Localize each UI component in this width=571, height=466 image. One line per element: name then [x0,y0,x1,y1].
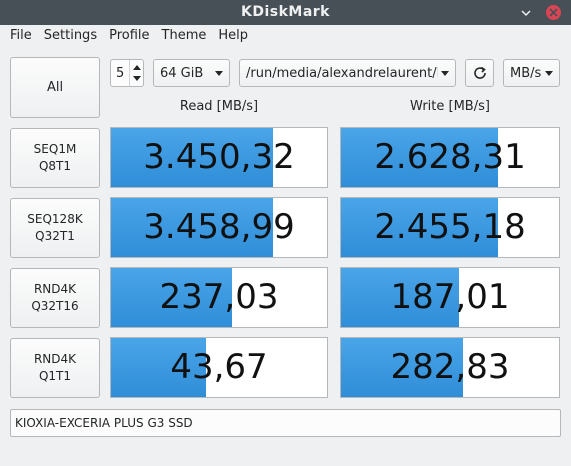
result-value: 3.458,99 [143,207,295,247]
menu-profile[interactable]: Profile [103,25,155,47]
run-all-button[interactable]: All [10,57,100,118]
result-value: 3.450,32 [143,137,295,177]
test-name: SEQ128K [27,212,83,226]
chevron-down-icon [215,71,223,76]
menu-theme[interactable]: Theme [156,25,213,47]
write-result: 2.628,31 [340,127,560,188]
spin-arrows[interactable] [129,60,143,86]
refresh-icon [473,66,486,79]
read-result: 43,67 [110,337,328,398]
read-result: 3.450,32 [110,127,328,188]
test-size-select[interactable]: 64 GiB [153,59,230,87]
result-value: 2.455,18 [374,207,526,247]
window-title: KDiskMark [240,4,330,20]
read-column-header: Read [MB/s] [179,99,259,114]
result-value: 237,03 [159,277,279,317]
menu-bar: File Settings Profile Theme Help [0,25,571,47]
test-name: RND4K [33,352,77,366]
unit-value: MB/s [510,66,542,81]
menu-help[interactable]: Help [212,25,254,47]
menu-file[interactable]: File [4,25,38,47]
read-result: 3.458,99 [110,197,328,258]
test-name: RND4K [33,282,77,296]
result-value: 2.628,31 [374,137,526,177]
runs-spinbox[interactable]: 5 [110,59,144,87]
test-params: Q32T1 [35,229,75,243]
target-path-select[interactable]: /run/media/alexandrelaurent/KIO [239,59,456,87]
read-result: 237,03 [110,267,328,328]
result-value: 187,01 [390,277,510,317]
chevron-down-icon [441,71,449,76]
test-button-rnd4k-q1t1[interactable]: RND4K Q1T1 [10,338,100,398]
write-result: 282,83 [340,337,560,398]
test-size-value: 64 GiB [160,66,204,81]
test-params: Q1T1 [38,369,72,383]
write-result: 2.455,18 [340,197,560,258]
device-name-field[interactable]: KIOXIA-EXCERIA PLUS G3 SSD [10,409,561,437]
menu-settings[interactable]: Settings [38,25,103,47]
test-name: SEQ1M [33,142,77,156]
close-icon[interactable] [546,5,561,20]
unit-select[interactable]: MB/s [503,59,560,87]
title-bar: KDiskMark [0,0,571,25]
refresh-button[interactable] [465,59,494,87]
runs-value: 5 [116,66,125,81]
spin-up-icon[interactable] [133,65,141,70]
test-params: Q32T16 [31,299,79,313]
test-button-seq128k-q32t1[interactable]: SEQ128K Q32T1 [10,198,100,258]
chevron-down-icon [545,71,553,76]
test-params: Q8T1 [38,159,72,173]
write-result: 187,01 [340,267,560,328]
minimize-icon[interactable] [518,5,533,20]
result-value: 43,67 [170,347,268,387]
write-column-header: Write [MB/s] [410,99,490,114]
target-path-value: /run/media/alexandrelaurent/KIO [246,66,438,81]
result-value: 282,83 [390,347,510,387]
test-button-rnd4k-q32t16[interactable]: RND4K Q32T16 [10,268,100,328]
spin-down-icon[interactable] [133,76,141,81]
test-button-seq1m-q8t1[interactable]: SEQ1M Q8T1 [10,128,100,188]
